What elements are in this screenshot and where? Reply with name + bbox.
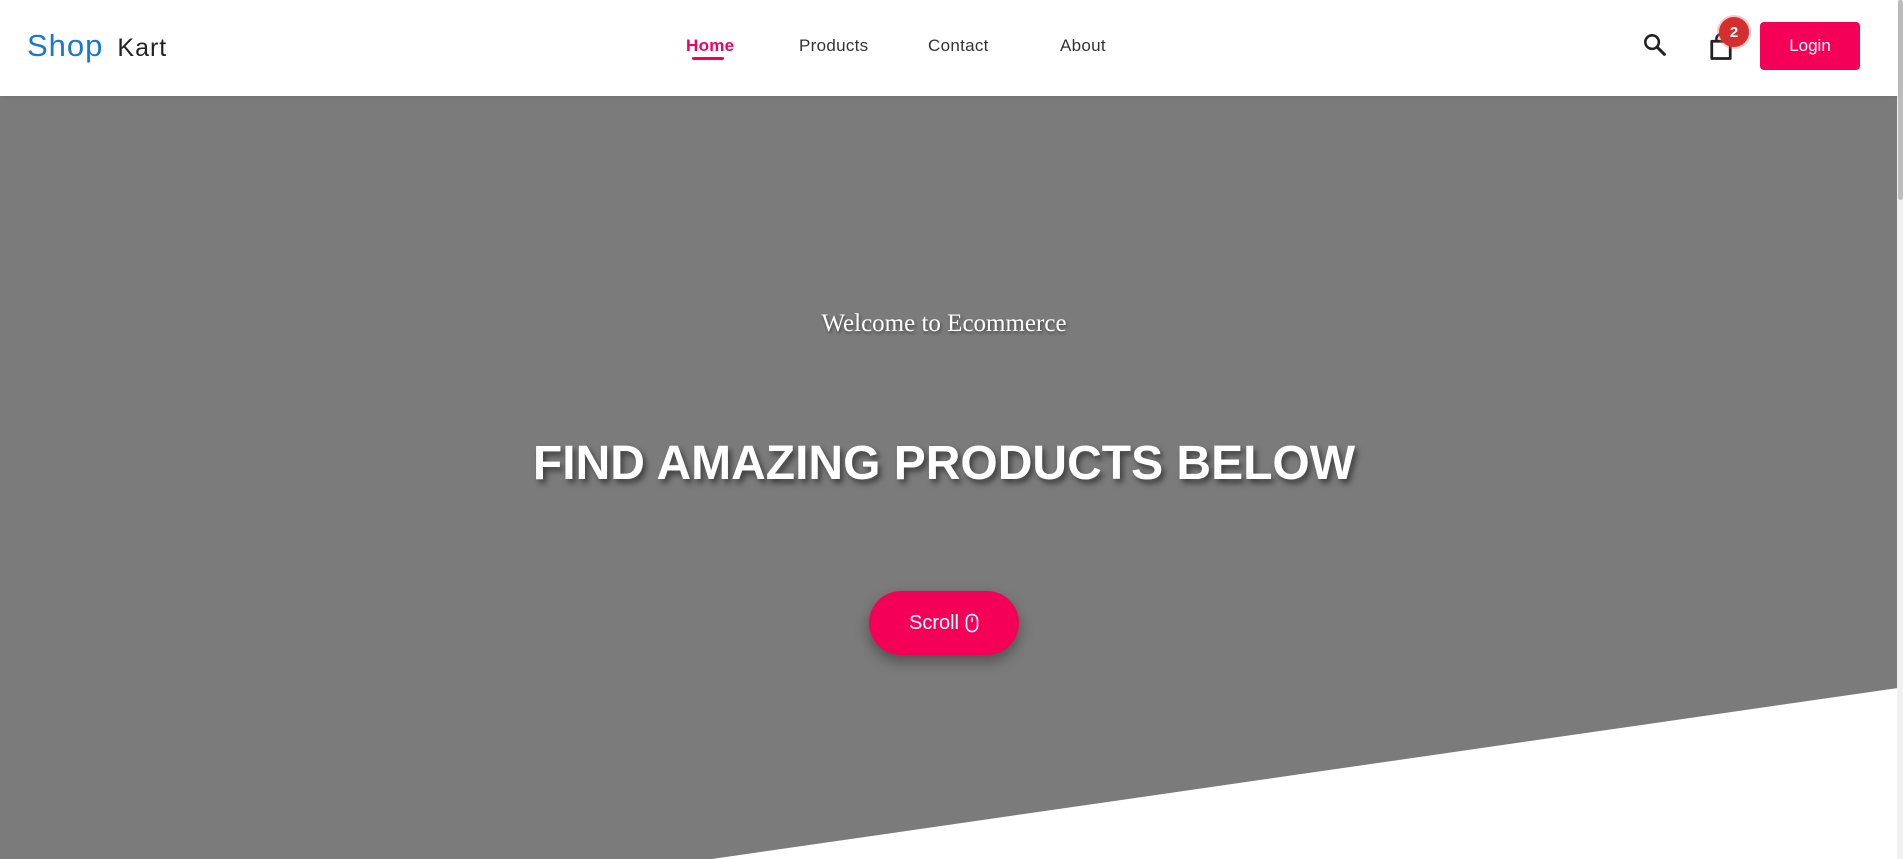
nav-products[interactable]: Products xyxy=(799,36,869,56)
search-icon xyxy=(1644,34,1666,56)
scrollbar-thumb[interactable] xyxy=(1898,0,1903,200)
nav-contact[interactable]: Contact xyxy=(928,36,989,56)
scroll-button[interactable]: Scroll xyxy=(869,591,1019,655)
search-button[interactable] xyxy=(1641,31,1669,59)
scroll-button-label: Scroll xyxy=(908,611,959,634)
nav-about[interactable]: About xyxy=(1060,36,1106,56)
active-nav-indicator xyxy=(692,57,724,60)
page: Shop Kart Home Products Contact About 2 … xyxy=(0,0,1903,859)
top-navbar: Shop Kart Home Products Contact About 2 … xyxy=(0,0,1898,96)
nav-home[interactable]: Home xyxy=(686,36,734,56)
hero-headline: FIND AMAZING PRODUCTS BELOW xyxy=(532,437,1356,490)
hero-welcome-text: Welcome to Ecommerce xyxy=(821,310,1067,337)
login-button[interactable]: Login xyxy=(1760,22,1860,70)
mouse-icon xyxy=(965,613,979,633)
main-nav: Home Products Contact About xyxy=(0,36,1898,60)
hero-banner: Welcome to Ecommerce FIND AMAZING PRODUC… xyxy=(0,96,1898,859)
cart-count-badge: 2 xyxy=(1719,17,1749,47)
